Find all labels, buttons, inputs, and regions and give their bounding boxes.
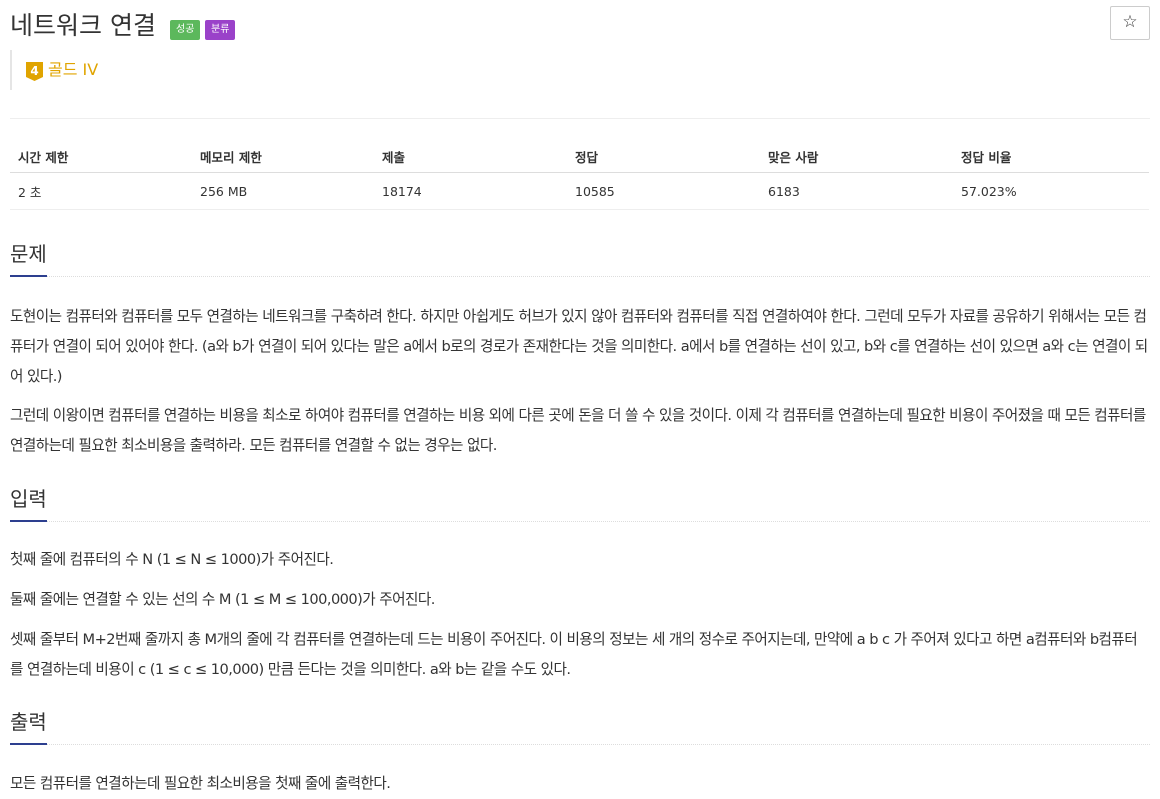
header-divider xyxy=(10,118,1150,119)
info-header-row: 시간 제한 메모리 제한 제출 정답 맞은 사람 정답 비율 xyxy=(10,140,1149,173)
accept-ratio-header: 정답 비율 xyxy=(953,140,1149,173)
problem-title: 네트워크 연결 xyxy=(10,11,156,40)
tier-name[interactable]: 골드 IV xyxy=(48,59,98,81)
info-value-row: 2 초 256 MB 18174 10585 6183 57.023% xyxy=(10,172,1149,210)
problem-header: 네트워크 연결 성공 분류 ☆ xyxy=(10,6,1150,48)
input-section-underline xyxy=(10,520,47,522)
input-section-divider xyxy=(10,521,1150,522)
problem-section-underline xyxy=(10,275,47,277)
solvers-value: 6183 xyxy=(760,172,953,210)
problem-page: 네트워크 연결 성공 분류 ☆ 4 골드 IV 시간 제한 메모리 제한 제출 … xyxy=(0,0,1160,798)
submissions-value: 18174 xyxy=(374,172,567,210)
favorite-star-button[interactable]: ☆ xyxy=(1110,6,1150,40)
category-badge[interactable]: 분류 xyxy=(205,20,236,40)
solvers-header: 맞은 사람 xyxy=(760,140,953,173)
memory-limit-value: 256 MB xyxy=(192,172,374,210)
gold-tier-icon: 4 xyxy=(26,62,43,81)
input-description-paragraph: 첫째 줄에 컴퓨터의 수 N (1 ≤ N ≤ 1000)가 주어진다. xyxy=(10,551,334,568)
input-section-title: 입력 xyxy=(10,487,47,511)
output-description-paragraph: 모든 컴퓨터를 연결하는데 필요한 최소비용을 첫째 줄에 출력한다. xyxy=(10,775,391,792)
tier-box: 4 골드 IV xyxy=(10,50,98,90)
input-description-paragraph: 둘째 줄에는 연결할 수 있는 선의 수 M (1 ≤ M ≤ 100,000)… xyxy=(10,591,435,608)
accepted-header: 정답 xyxy=(567,140,760,173)
accept-ratio-value: 57.023% xyxy=(953,172,1149,210)
output-section-underline xyxy=(10,743,47,745)
problem-info-table: 시간 제한 메모리 제한 제출 정답 맞은 사람 정답 비율 2 초 256 M… xyxy=(10,140,1149,210)
memory-limit-header: 메모리 제한 xyxy=(192,140,374,173)
problem-section-divider xyxy=(10,276,1150,277)
input-description-paragraph: 셋째 줄부터 M+2번째 줄까지 총 M개의 줄에 각 컴퓨터를 연결하는데 드… xyxy=(10,631,1138,678)
tier-level-label: 4 xyxy=(30,64,38,78)
submissions-header: 제출 xyxy=(374,140,567,173)
time-limit-value: 2 초 xyxy=(10,172,192,210)
problem-description-paragraph: 도현이는 컴퓨터와 컴퓨터를 모두 연결하는 네트워크를 구축하려 한다. 하지… xyxy=(10,308,1148,385)
accepted-value: 10585 xyxy=(567,172,760,210)
star-icon: ☆ xyxy=(1122,12,1138,32)
problem-description-paragraph: 그런데 이왕이면 컴퓨터를 연결하는 비용을 최소로 하여야 컴퓨터를 연결하는… xyxy=(10,407,1146,454)
problem-section-title: 문제 xyxy=(10,242,47,266)
time-limit-header: 시간 제한 xyxy=(10,140,192,173)
output-section-title: 출력 xyxy=(10,710,47,734)
success-badge[interactable]: 성공 xyxy=(170,20,201,40)
output-section-divider xyxy=(10,744,1150,745)
